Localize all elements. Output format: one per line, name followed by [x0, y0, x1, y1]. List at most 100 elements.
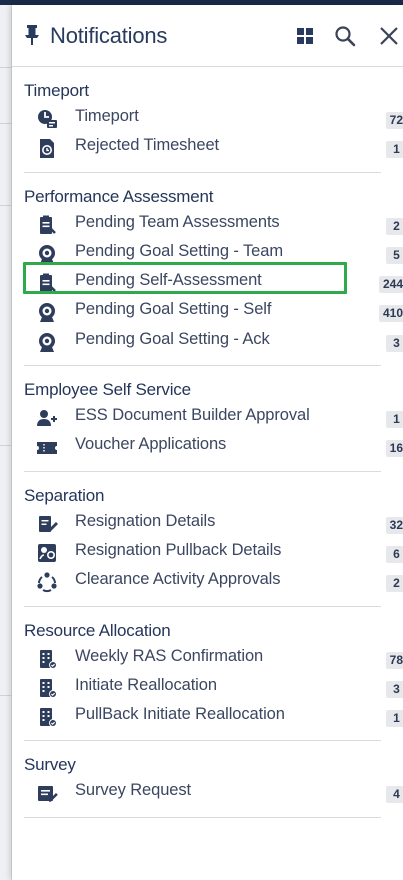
timeport-icon — [36, 108, 58, 130]
clearance-icon — [36, 571, 58, 593]
notification-label: Voucher Applications — [75, 435, 227, 454]
notification-item[interactable]: Clearance Activity Approvals 2 — [24, 567, 403, 596]
notification-item[interactable]: Pending Goal Setting - Self 410 — [24, 297, 403, 326]
building-icon — [36, 648, 58, 670]
notification-item[interactable]: Resignation Details 32 — [24, 509, 403, 538]
grid-icon[interactable] — [294, 25, 316, 47]
section-title: Performance Assessment — [24, 186, 214, 206]
notification-item[interactable]: Pending Team Assessments 2 — [24, 210, 403, 239]
count-badge: 5 — [386, 246, 403, 264]
notification-item[interactable]: PullBack Initiate Reallocation 1 — [24, 702, 403, 731]
section-title: Employee Self Service — [24, 380, 191, 400]
notification-label: Resignation Pullback Details — [75, 540, 282, 559]
notification-item[interactable]: Weekly RAS Confirmation 78 — [24, 644, 403, 673]
building-icon — [36, 677, 58, 699]
building-icon — [36, 706, 58, 728]
background-divider — [0, 123, 12, 124]
notification-item[interactable]: Survey Request 4 — [24, 778, 403, 807]
notification-label: Timeport — [75, 107, 139, 125]
notification-item[interactable]: Pending Goal Setting - Ack 3 — [24, 327, 403, 356]
count-badge: 4 — [386, 786, 403, 804]
pullback-icon — [36, 542, 58, 564]
section-performance-assessment: Performance Assessment Pending Team Asses… — [23, 181, 403, 367]
background-divider — [0, 205, 12, 206]
count-badge: 244 — [378, 276, 403, 294]
section-title: Timeport — [24, 81, 89, 100]
timesheet-icon — [36, 137, 58, 159]
add-user-icon — [36, 407, 58, 429]
section-employee-self-service: Employee Self Service ESS Document Builde… — [24, 374, 403, 472]
count-badge: 1 — [386, 710, 403, 728]
notification-label: PullBack Initiate Reallocation — [75, 705, 285, 724]
notification-label: Pending Self-Assessment — [75, 271, 262, 290]
count-badge: 16 — [385, 440, 403, 458]
section-title: Resource Allocation — [24, 620, 171, 640]
voucher-icon — [36, 436, 58, 458]
notification-label: Rejected Timesheet — [75, 136, 220, 155]
goal-icon — [36, 243, 58, 265]
notification-item[interactable]: Resignation Pullback Details 6 — [24, 538, 403, 567]
section-separation: Separation Resignation Details 32 Resignati… — [24, 480, 403, 607]
background-divider — [0, 695, 12, 696]
pin-icon — [22, 24, 42, 46]
notification-label: Pending Goal Setting - Self — [75, 300, 272, 319]
notification-item[interactable]: ESS Document Builder Approval 1 — [24, 403, 403, 432]
notification-label: Initiate Reallocation — [75, 675, 217, 694]
count-badge: 72 — [385, 112, 403, 129]
section-survey: Survey Survey Request 4 — [24, 749, 403, 818]
notification-item[interactable]: Rejected Timesheet 1 — [24, 133, 403, 162]
count-badge: 1 — [386, 141, 403, 159]
count-badge: 78 — [385, 651, 403, 669]
notification-label: Pending Goal Setting - Team — [75, 241, 283, 260]
count-badge: 2 — [386, 217, 403, 235]
notifications-panel: Notifications Timeport Timeport 72 Rejected… — [12, 5, 403, 880]
search-icon[interactable] — [334, 25, 356, 47]
background-page — [0, 5, 12, 880]
notification-label: Weekly RAS Confirmation — [75, 646, 264, 665]
notification-list: Timeport Timeport 72 Rejected Timesheet 1 Per… — [12, 75, 403, 826]
assessment-icon — [36, 272, 58, 294]
background-divider — [0, 445, 12, 446]
panel-header: Notifications — [12, 5, 403, 67]
count-badge: 6 — [386, 545, 403, 563]
notification-item[interactable]: Pending Self-Assessment 244 — [23, 262, 403, 297]
notification-label: Pending Goal Setting - Ack — [75, 329, 270, 348]
notification-label: Survey Request — [75, 781, 191, 800]
count-badge: 32 — [385, 516, 403, 534]
count-badge: 3 — [386, 680, 403, 698]
page-title: Notifications — [50, 23, 168, 48]
section-title: Separation — [24, 485, 105, 505]
close-icon[interactable] — [378, 25, 400, 47]
assessment-icon — [36, 214, 58, 236]
notification-item[interactable]: Voucher Applications 16 — [24, 432, 403, 461]
notification-label: Resignation Details — [75, 511, 216, 530]
count-badge: 3 — [386, 334, 403, 352]
notification-item[interactable]: Initiate Reallocation 3 — [24, 673, 403, 702]
resignation-icon — [36, 513, 58, 535]
goal-icon — [36, 301, 58, 323]
notification-label: ESS Document Builder Approval — [75, 406, 310, 425]
notification-label: Clearance Activity Approvals — [75, 570, 281, 589]
background-divider — [0, 67, 12, 68]
notification-label: Pending Team Assessments — [75, 212, 280, 231]
section-resource-allocation: Resource Allocation Weekly RAS Confirmati… — [24, 615, 403, 742]
section-timeport: Timeport Timeport 72 Rejected Timesheet 1 — [24, 75, 403, 173]
goal-icon — [36, 331, 58, 353]
notification-item[interactable]: Timeport 72 — [24, 104, 403, 133]
notification-item[interactable]: Pending Goal Setting - Team 5 — [24, 239, 403, 268]
section-title: Survey — [24, 755, 76, 775]
count-badge: 1 — [386, 411, 403, 429]
count-badge: 410 — [378, 305, 403, 323]
